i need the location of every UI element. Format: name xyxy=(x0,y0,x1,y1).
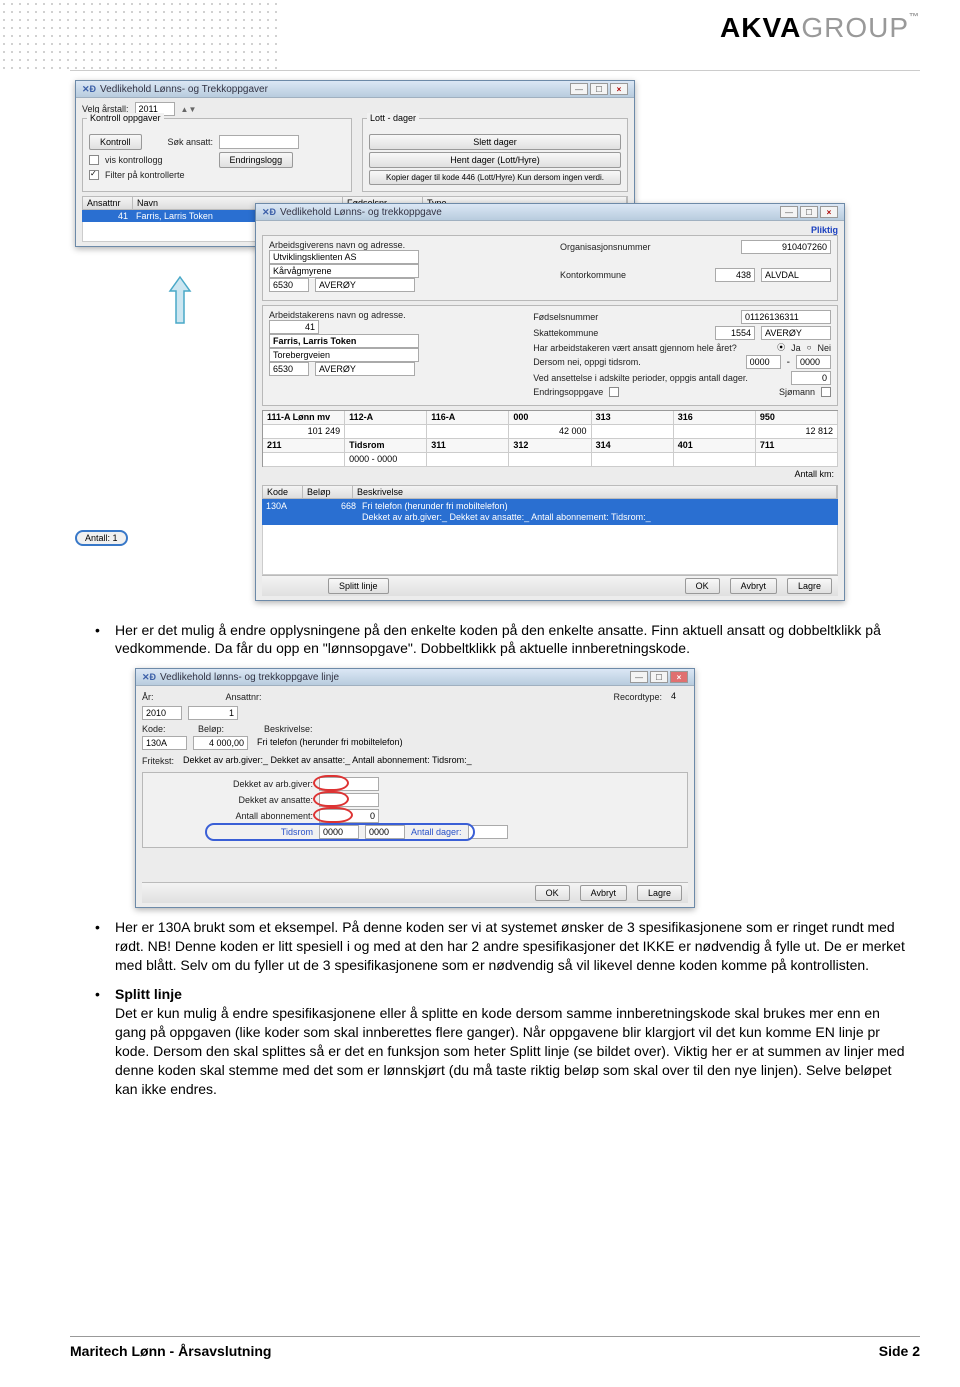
radio-ja[interactable]: Ja xyxy=(791,343,801,353)
page-footer: Maritech Lønn - Årsavslutning Side 2 xyxy=(70,1336,920,1359)
divider xyxy=(70,70,920,71)
window-title: Vedlikehold Lønns- og trekkoppgave xyxy=(280,207,442,218)
emp-name[interactable]: Farris, Larris Token xyxy=(269,334,419,348)
dekket-giver-input[interactable] xyxy=(319,777,379,791)
belop-input[interactable]: 4 000,00 xyxy=(193,736,248,750)
sok-input[interactable] xyxy=(219,135,299,149)
tidrom-fra[interactable]: 0000 xyxy=(746,355,781,369)
maximize-button[interactable]: ☐ xyxy=(800,206,818,218)
minimize-button[interactable]: — xyxy=(630,671,648,683)
splitt-linje-button[interactable]: Splitt linje xyxy=(328,578,389,594)
sub-row-selected[interactable]: 130A 668 Fri telefon (herunder fri mobil… xyxy=(262,499,838,525)
close-button[interactable]: × xyxy=(670,671,688,683)
antall-abonnement-input[interactable]: 0 xyxy=(319,809,379,823)
paragraph-3: Splitt linje Det er kun mulig å endre sp… xyxy=(95,985,910,1098)
close-button[interactable]: × xyxy=(610,83,628,95)
slett-dager-button[interactable]: Slett dager xyxy=(369,134,621,150)
app-icon: ✕Ð xyxy=(82,84,96,95)
antall-badge: Antall: 1 xyxy=(75,530,128,546)
blue-circle-annotation xyxy=(205,823,475,841)
vis-kontrollogg-checkbox[interactable] xyxy=(89,155,99,165)
lagre-button[interactable]: Lagre xyxy=(787,578,832,594)
ok-button[interactable]: OK xyxy=(535,885,570,901)
radio-nei[interactable]: Nei xyxy=(817,343,831,353)
kontor-city[interactable]: ALVDAL xyxy=(761,268,831,282)
app-icon: ✕Ð xyxy=(142,672,156,683)
paragraph-2: Her er 130A brukt som et eksempel. På de… xyxy=(95,918,910,975)
minimize-button[interactable]: — xyxy=(780,206,798,218)
emp-postnr[interactable]: 6530 xyxy=(269,362,309,376)
close-button[interactable]: × xyxy=(820,206,838,218)
kontroll-button[interactable]: Kontroll xyxy=(89,134,142,150)
arb-addr[interactable]: Kårvågmyrene xyxy=(269,264,419,278)
lott-legend: Lott - dager xyxy=(367,113,419,123)
window-titlebar: ✕ÐVedlikehold Lønns- og Trekkoppgaver — … xyxy=(76,81,634,98)
endringslogg-button[interactable]: Endringslogg xyxy=(219,152,294,168)
sok-label: Søk ansatt: xyxy=(168,137,214,147)
window-title: Vedlikehold lønns- og trekkoppgave linje xyxy=(160,672,339,683)
tidrom-til[interactable]: 0000 xyxy=(796,355,831,369)
orgnr-input[interactable]: 910407260 xyxy=(741,240,831,254)
ans-input[interactable]: 1 xyxy=(188,706,238,720)
hent-dager-button[interactable]: Hent dager (Lott/Hyre) xyxy=(369,152,621,168)
beskrivelse: Fri telefon (herunder fri mobiltelefon) xyxy=(254,736,688,750)
window-title: Vedlikehold Lønns- og Trekkoppgaver xyxy=(100,84,268,95)
kontroll-legend: Kontroll oppgaver xyxy=(87,113,164,123)
kopier-dager-button[interactable]: Kopier dager til kode 446 (Lott/Hyre) Ku… xyxy=(369,170,621,185)
rec-value: 4 xyxy=(668,690,688,704)
arb-postnr[interactable]: 6530 xyxy=(269,278,309,292)
arb-city[interactable]: AVERØY xyxy=(315,278,415,292)
window-linje: ✕Ð Vedlikehold lønns- og trekkoppgave lin… xyxy=(135,668,695,908)
window-vedlikehold-oppgave: ✕Ð Vedlikehold Lønns- og trekkoppgave — ☐… xyxy=(255,203,845,601)
lagre-button[interactable]: Lagre xyxy=(637,885,682,901)
minimize-button[interactable]: — xyxy=(570,83,588,95)
emp-addr[interactable]: Torebergveien xyxy=(269,348,419,362)
brand-logo: AKVAGROUP™ xyxy=(720,12,920,44)
app-icon: ✕Ð xyxy=(262,207,276,218)
maximize-button[interactable]: ☐ xyxy=(590,83,608,95)
decorative-dots xyxy=(0,0,280,70)
window-titlebar: ✕Ð Vedlikehold Lønns- og trekkoppgave — ☐… xyxy=(256,204,844,221)
fnr-input[interactable]: 01126136311 xyxy=(741,310,831,324)
antall-dager[interactable]: 0 xyxy=(791,371,831,385)
filter-checkbox[interactable] xyxy=(89,170,99,180)
paragraph-1: Her er det mulig å endre opplysningene p… xyxy=(95,621,910,659)
code-grid: 111-A Lønn mv112-A116-A000313316950 101 … xyxy=(262,410,838,467)
antall-km-label: Antall km: xyxy=(262,467,838,481)
dekket-ansatte-input[interactable] xyxy=(319,793,379,807)
kode-input[interactable]: 130A xyxy=(142,736,187,750)
ar-input[interactable]: 2010 xyxy=(142,706,182,720)
avbryt-button[interactable]: Avbryt xyxy=(580,885,627,901)
maximize-button[interactable]: ☐ xyxy=(650,671,668,683)
skatt-city[interactable]: AVERØY xyxy=(761,326,831,340)
ok-button[interactable]: OK xyxy=(685,578,720,594)
emp-nr[interactable]: 41 xyxy=(269,320,319,334)
sjomann-checkbox[interactable] xyxy=(821,387,831,397)
up-arrow-annotation xyxy=(168,275,192,325)
status-pliktig: Pliktig xyxy=(262,225,838,235)
emp-city[interactable]: AVERØY xyxy=(315,362,415,376)
avbryt-button[interactable]: Avbryt xyxy=(730,578,777,594)
kontor-nr[interactable]: 438 xyxy=(715,268,755,282)
endringsoppgave-checkbox[interactable] xyxy=(609,387,619,397)
fritekst: Dekket av arb.giver:_ Dekket av ansatte:… xyxy=(180,754,688,768)
arb-navn[interactable]: Utviklingsklienten AS xyxy=(269,250,419,264)
skatt-nr[interactable]: 1554 xyxy=(715,326,755,340)
